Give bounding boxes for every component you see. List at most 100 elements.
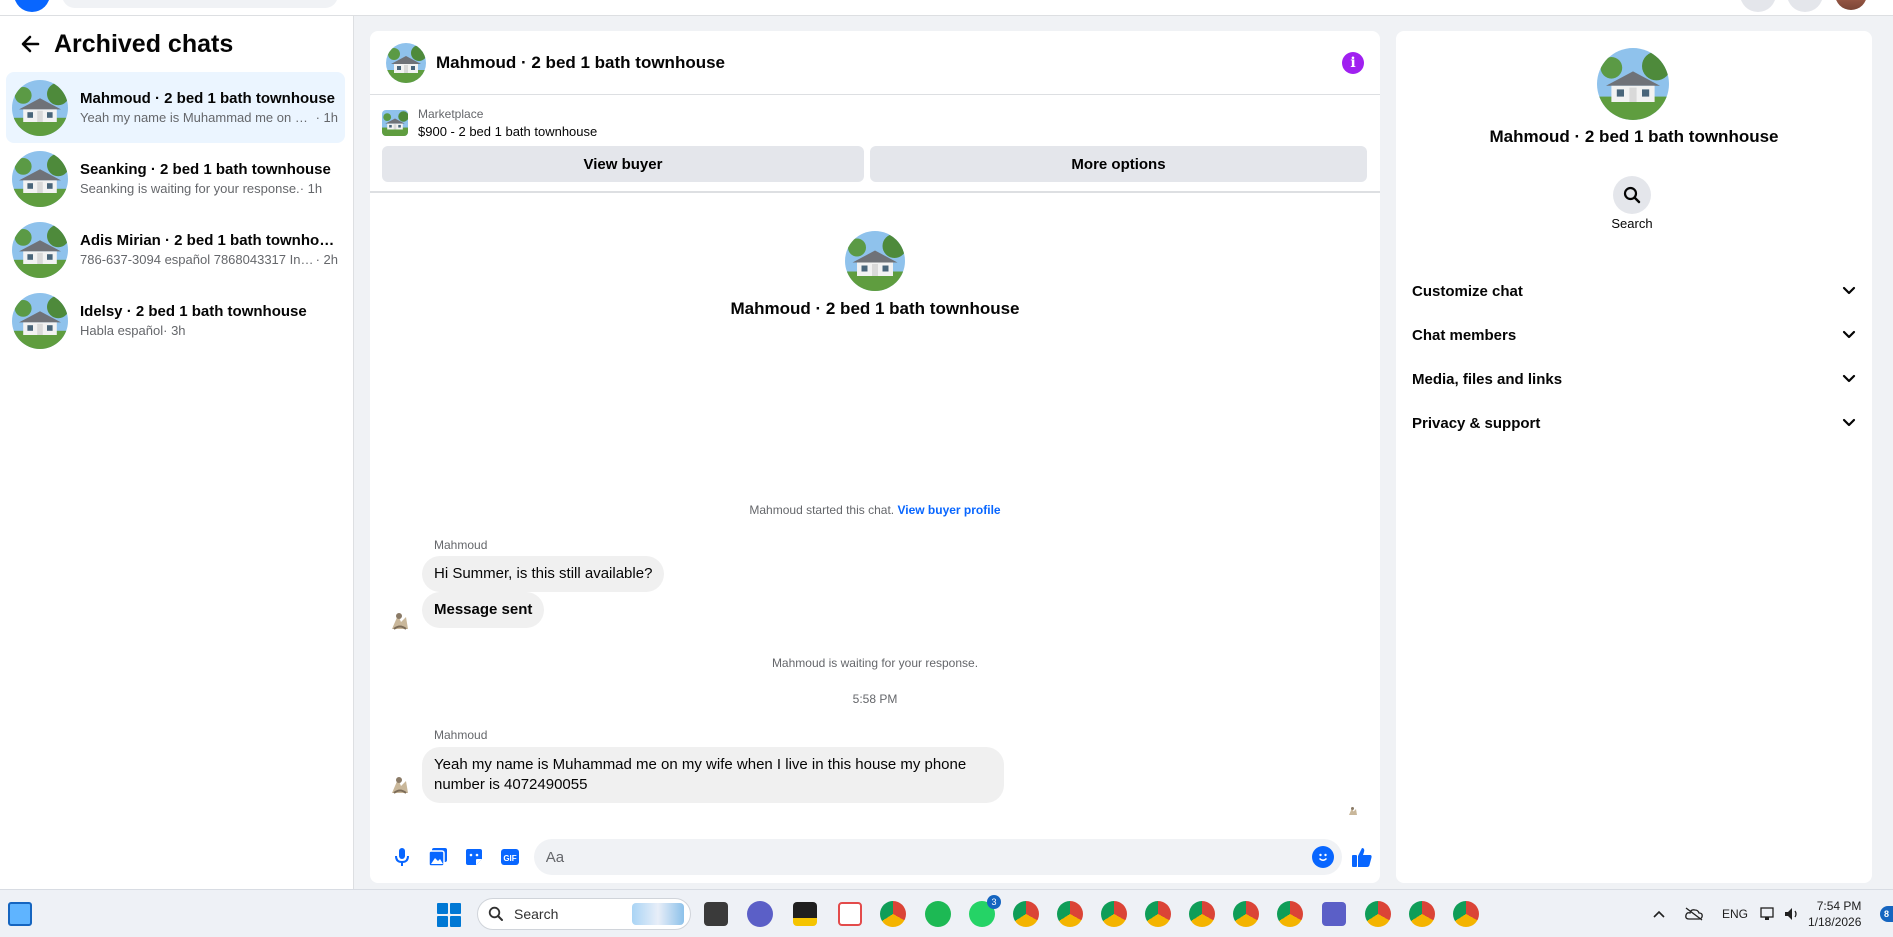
file-explorer-icon[interactable] [704, 902, 728, 926]
sender-avatar[interactable] [386, 607, 414, 635]
search-icon[interactable] [1613, 176, 1651, 214]
view-buyer-profile-link[interactable]: View buyer profile [897, 503, 1000, 517]
language-indicator[interactable]: ENG [1722, 890, 1748, 937]
chat-preview: Yeah my name is Muhammad me on my wife w… [80, 109, 316, 125]
more-options-button[interactable]: More options [870, 146, 1367, 182]
chat-item-idelsy[interactable]: Idelsy · 2 bed 1 bath townhouse Habla es… [6, 285, 345, 356]
chat-item-adis-mirian[interactable]: Adis Mirian · 2 bed 1 bath townhouse 786… [6, 214, 345, 285]
facebook-logo-icon[interactable] [14, 0, 50, 12]
listing-thumbnail[interactable] [382, 110, 408, 136]
started-text: Mahmoud started this chat. [749, 503, 898, 517]
message-bubble[interactable]: Message sent [422, 592, 545, 628]
whatsapp-icon[interactable]: 3 [969, 895, 1001, 927]
privacy-support-section[interactable]: Privacy & support [1404, 403, 1864, 443]
clock-date: 1/18/2026 [1808, 915, 1862, 929]
message-bubble[interactable]: Hi Summer, is this still available? [422, 556, 665, 592]
windows-start-icon[interactable] [437, 903, 461, 927]
conversation-header: Mahmoud · 2 bed 1 bath townhouse i [370, 31, 1380, 95]
profile-avatar[interactable] [1835, 0, 1867, 10]
chrome-profile-icon[interactable] [1453, 901, 1479, 927]
media-files-links-section[interactable]: Media, files and links [1404, 359, 1864, 399]
message-timestamp: 5:58 PM [852, 692, 898, 706]
search-icon [488, 906, 503, 921]
read-receipt-avatar [1346, 804, 1360, 818]
house-avatar [12, 150, 68, 207]
chat-item-mahmoud[interactable]: Mahmoud · 2 bed 1 bath townhouse Yeah my… [6, 72, 345, 143]
waiting-notice: Mahmoud is waiting for your response. [771, 656, 979, 670]
marketplace-bar: Marketplace $900 - 2 bed 1 bath townhous… [370, 95, 1380, 193]
house-avatar [12, 79, 68, 136]
windows-taskbar: Search 3 ENG 7:54 PM 1/18/2026 8 [0, 889, 1893, 937]
house-avatar[interactable] [386, 42, 426, 83]
message-input[interactable] [545, 848, 1313, 866]
chrome-icon[interactable] [880, 901, 906, 927]
snipping-tool-icon[interactable] [838, 902, 862, 926]
sender-label: Mahmoud [434, 538, 488, 552]
thumbs-up-icon[interactable] [1344, 839, 1380, 875]
chat-info-panel: Mahmoud · 2 bed 1 bath townhouse Search … [1396, 31, 1872, 883]
facebook-top-bar [0, 0, 1893, 16]
teams-icon[interactable] [1322, 902, 1346, 926]
gif-icon[interactable]: GIF [492, 839, 528, 875]
taskbar-search-label: Search [514, 906, 559, 922]
taskbar-clock[interactable]: 7:54 PM 1/18/2026 [1808, 898, 1861, 930]
info-icon[interactable]: i [1342, 51, 1364, 74]
chrome-profile-icon[interactable] [1365, 901, 1391, 927]
chat-time: · 1h [315, 109, 338, 125]
sticker-icon[interactable] [456, 839, 492, 875]
tray-chevron-up-icon[interactable] [1652, 890, 1666, 937]
view-buyer-button[interactable]: View buyer [382, 146, 864, 182]
chrome-profile-icon[interactable] [1057, 901, 1083, 927]
chrome-profile-icon[interactable] [1277, 901, 1303, 927]
volume-icon[interactable] [1784, 890, 1802, 937]
spotify-icon[interactable] [925, 901, 951, 927]
customize-chat-section[interactable]: Customize chat [1404, 271, 1864, 311]
microphone-icon[interactable] [384, 839, 420, 875]
facebook-search-input[interactable] [62, 0, 338, 8]
emoji-icon[interactable] [1312, 846, 1335, 868]
chat-time: · 3h [163, 322, 186, 338]
taskbar-search[interactable]: Search [477, 898, 691, 930]
conversation-title[interactable]: Mahmoud · 2 bed 1 bath townhouse [436, 53, 1342, 73]
listing-price[interactable]: $900 - 2 bed 1 bath townhouse [418, 123, 597, 140]
chrome-profile-icon[interactable] [1101, 901, 1127, 927]
sender-avatar[interactable] [386, 771, 414, 799]
house-avatar[interactable] [845, 231, 905, 291]
info-panel-name: Mahmoud · 2 bed 1 bath townhouse [1489, 127, 1779, 146]
notifications-button[interactable] [1787, 0, 1823, 12]
chat-started-notice: Mahmoud started this chat. View buyer pr… [370, 503, 1380, 517]
chat-name: Idelsy · 2 bed 1 bath townhouse [80, 302, 307, 320]
chrome-profile-icon[interactable] [1145, 901, 1171, 927]
message-input-wrapper [533, 839, 1343, 875]
section-label: Media, files and links [1412, 370, 1563, 388]
chrome-profile-icon[interactable] [1189, 901, 1215, 927]
chat-preview: 786-637-3094 español 7868043317 Inglés [80, 251, 316, 267]
sticky-notes-icon[interactable] [793, 902, 817, 926]
chrome-profile-icon[interactable] [1233, 901, 1259, 927]
chrome-profile-icon[interactable] [1409, 901, 1435, 927]
chrome-profile-icon[interactable] [1013, 901, 1039, 927]
chevron-down-icon [1842, 327, 1856, 344]
teams-chat-icon[interactable] [747, 901, 773, 927]
network-icon[interactable] [1760, 890, 1778, 937]
section-label: Customize chat [1412, 282, 1523, 300]
message-bubble[interactable]: Yeah my name is Muhammad me on my wife w… [422, 747, 1004, 803]
widgets-icon[interactable] [8, 902, 32, 926]
back-arrow-icon[interactable] [16, 30, 44, 58]
house-avatar[interactable] [1597, 48, 1669, 120]
chat-time: · 1h [299, 180, 323, 196]
sidebar-header: Archived chats [0, 16, 353, 72]
chat-intro: Mahmoud · 2 bed 1 bath townhouse [370, 231, 1380, 319]
chat-item-seanking[interactable]: Seanking · 2 bed 1 bath townhouse Seanki… [6, 143, 345, 214]
whatsapp-badge: 3 [987, 895, 1001, 909]
intro-name: Mahmoud · 2 bed 1 bath townhouse [730, 299, 1020, 318]
conversation-panel: Mahmoud · 2 bed 1 bath townhouse i Marke… [370, 31, 1380, 883]
notification-badge[interactable]: 8 [1880, 906, 1893, 922]
house-avatar [12, 221, 68, 278]
chat-name: Adis Mirian · 2 bed 1 bath townhouse [80, 231, 338, 249]
menu-button[interactable] [1740, 0, 1776, 12]
chat-members-section[interactable]: Chat members [1404, 315, 1864, 355]
photo-icon[interactable] [420, 839, 456, 875]
onedrive-offline-icon[interactable] [1684, 890, 1704, 937]
clock-time: 7:54 PM [1816, 899, 1862, 913]
